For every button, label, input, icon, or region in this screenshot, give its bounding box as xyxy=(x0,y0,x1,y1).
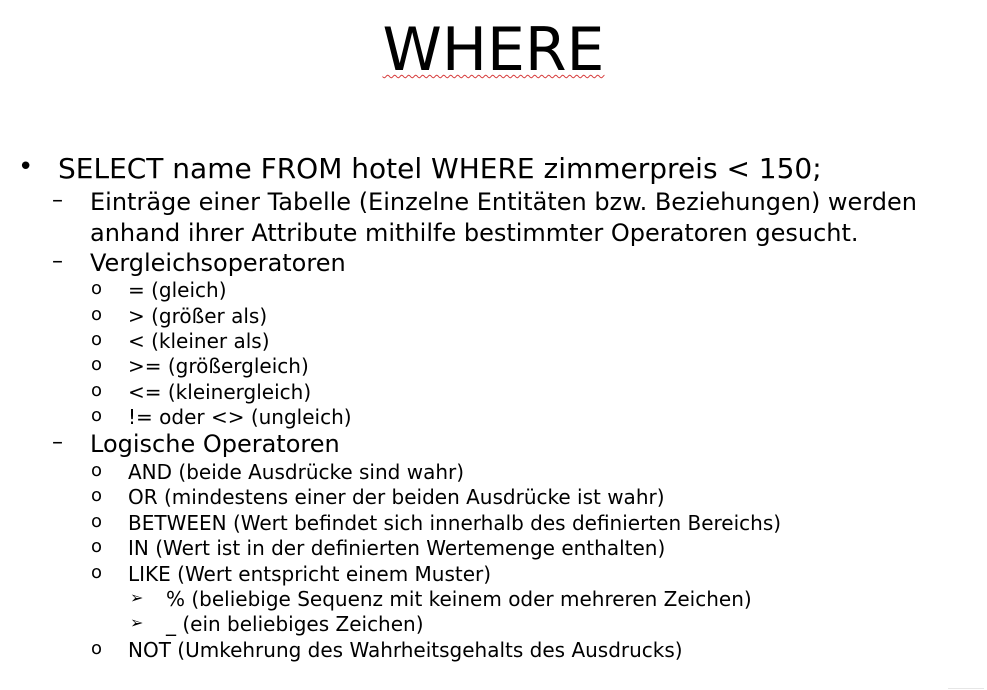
like-subitem: _ (ein beliebiges Zeichen) xyxy=(166,612,424,636)
circle-marker: o xyxy=(91,278,103,299)
dash-marker: – xyxy=(52,430,63,455)
comparison-item: < (kleiner als) xyxy=(128,329,270,353)
slide-title-text: WHERE xyxy=(382,15,605,85)
logical-item-not: NOT (Umkehrung des Wahrheitsgehalts des … xyxy=(128,638,683,662)
arrow-marker: ➢ xyxy=(130,613,144,632)
description-line-2: anhand ihrer Attribute mithilfe bestimmt… xyxy=(90,219,859,247)
comparison-item: != oder <> (ungleich) xyxy=(128,405,352,429)
circle-marker: o xyxy=(91,562,103,583)
comparison-heading: Vergleichsoperatoren xyxy=(90,249,346,277)
circle-marker: o xyxy=(91,536,103,557)
circle-marker: o xyxy=(91,380,103,401)
circle-marker: o xyxy=(91,485,103,506)
dash-marker: – xyxy=(52,249,63,274)
logical-item: IN (Wert ist in der definierten Wertemen… xyxy=(128,536,666,560)
circle-marker: o xyxy=(91,405,103,426)
arrow-marker: ➢ xyxy=(130,588,144,607)
circle-marker: o xyxy=(91,329,103,350)
main-sql-statement: SELECT name FROM hotel WHERE zimmerpreis… xyxy=(58,152,822,185)
circle-marker: o xyxy=(91,638,103,659)
logical-item: AND (beide Ausdrücke sind wahr) xyxy=(128,460,465,484)
logical-item: OR (mindestens einer der beiden Ausdrück… xyxy=(128,485,665,509)
circle-marker: o xyxy=(91,460,103,481)
circle-marker: o xyxy=(91,511,103,532)
comparison-item: = (gleich) xyxy=(128,278,227,302)
logical-item: BETWEEN (Wert befindet sich innerhalb de… xyxy=(128,511,782,535)
like-subitem: % (beliebige Sequenz mit keinem oder meh… xyxy=(166,587,752,611)
comparison-item: >= (größergleich) xyxy=(128,354,309,378)
comparison-item: > (größer als) xyxy=(128,304,268,328)
dash-marker: – xyxy=(52,188,63,213)
logical-heading: Logische Operatoren xyxy=(90,430,340,458)
bullet-marker: • xyxy=(18,152,34,182)
description-line-1: Einträge einer Tabelle (Einzelne Entität… xyxy=(90,188,917,216)
circle-marker: o xyxy=(91,354,103,375)
slide-title: WHERE xyxy=(0,14,987,86)
divider xyxy=(948,688,984,689)
logical-item: LIKE (Wert entspricht einem Muster) xyxy=(128,562,492,586)
comparison-item: <= (kleinergleich) xyxy=(128,380,312,404)
circle-marker: o xyxy=(91,304,103,325)
